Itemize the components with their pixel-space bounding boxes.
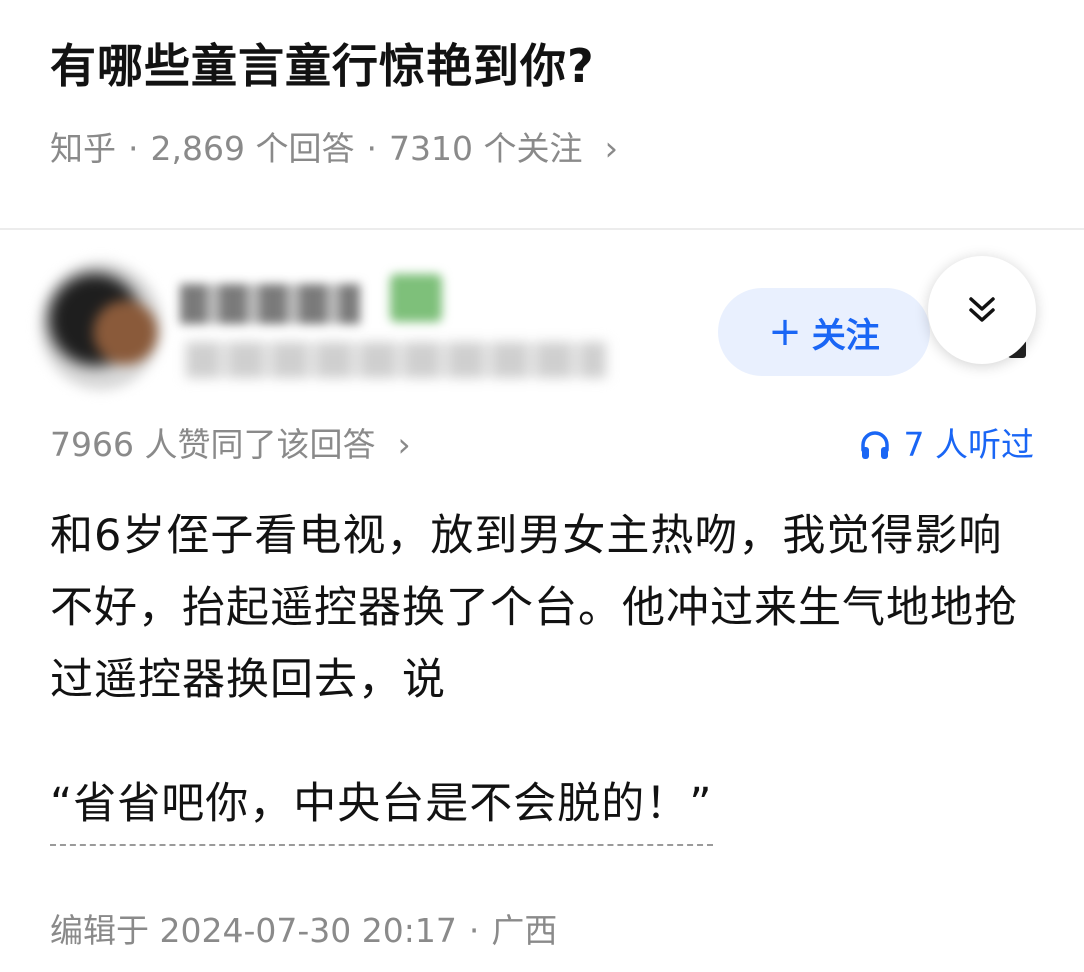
listen-count[interactable]: 7 人听过	[858, 420, 1035, 470]
listen-text: 7 人听过	[903, 425, 1035, 464]
plus-icon: +	[768, 309, 802, 355]
follow-label: 关注	[811, 315, 880, 356]
location: 广西	[491, 911, 558, 950]
double-chevron-down-icon	[969, 297, 995, 322]
follower-count: 7310 个关注	[388, 129, 583, 168]
separator-dot: ·	[468, 911, 480, 950]
headphones-icon	[860, 431, 889, 459]
answer-body[interactable]: 和6岁侄子看电视，放到男女主热吻，我觉得影响不好，抬起遥控器换了个台。他冲过来生…	[50, 500, 1040, 716]
divider	[0, 228, 1084, 230]
chevron-right-icon: ›	[604, 129, 619, 169]
source-label: 知乎	[50, 129, 116, 168]
agree-text: 7966 人赞同了该回答	[50, 425, 376, 464]
chevron-right-icon: ›	[397, 425, 411, 464]
question-title[interactable]: 有哪些童言童行惊艳到你?	[50, 34, 595, 98]
avatar[interactable]	[40, 262, 162, 390]
author-name-blurred[interactable]	[180, 284, 360, 324]
agree-count[interactable]: 7966 人赞同了该回答 ›	[50, 420, 411, 470]
separator-dot: ·	[366, 129, 377, 168]
separator-dot: ·	[128, 129, 139, 168]
footer-meta: 编辑于 2024-07-30 20:17 · 广西	[50, 906, 557, 956]
author-bio-blurred	[186, 342, 606, 378]
follow-button[interactable]: + 关注	[718, 288, 930, 376]
author-badge-blurred	[390, 274, 442, 322]
edited-time: 编辑于 2024-07-30 20:17	[50, 911, 457, 950]
collapse-button[interactable]	[928, 256, 1036, 364]
answer-count: 2,869 个回答	[150, 129, 355, 168]
answer-quote[interactable]: “省省吧你，中央台是不会脱的！”	[50, 768, 713, 846]
question-meta[interactable]: 知乎 · 2,869 个回答 · 7310 个关注 ›	[50, 124, 618, 174]
